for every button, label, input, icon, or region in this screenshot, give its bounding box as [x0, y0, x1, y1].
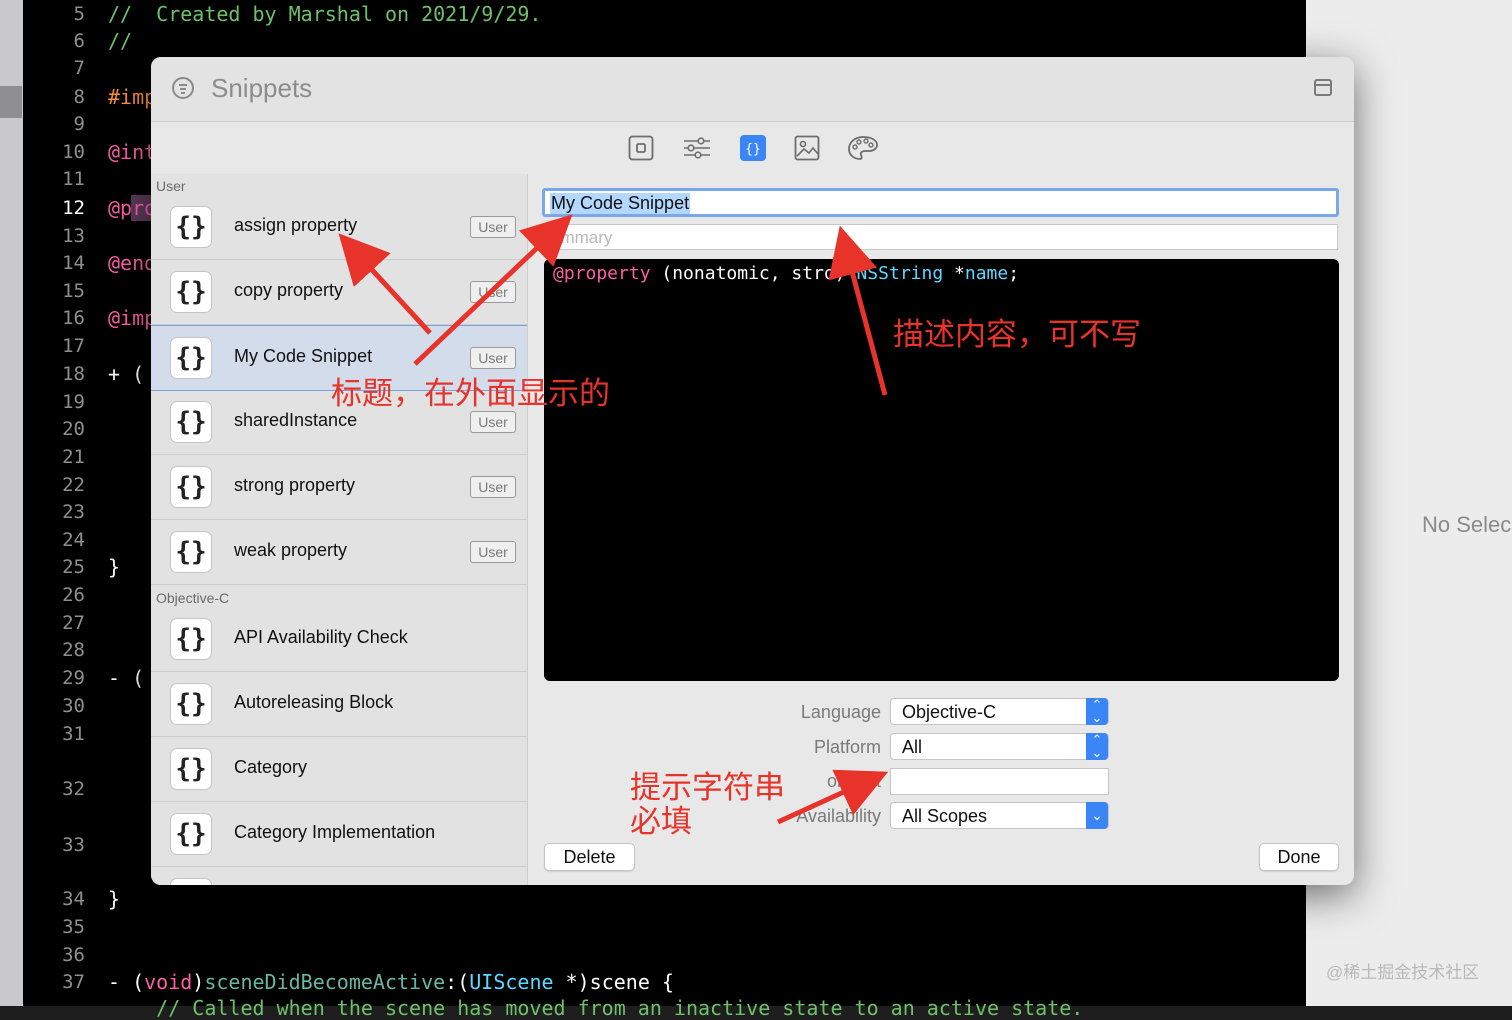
arrow-to-list-item	[338, 233, 432, 335]
annotation-completion-note-2: 必填	[630, 804, 692, 840]
arrow-to-title-field	[413, 214, 573, 366]
annotation-summary-note: 描述内容，可不写	[893, 317, 1141, 353]
arrow-to-completion-field	[776, 769, 889, 825]
annotation-arrows	[338, 214, 889, 825]
annotation-title-note: 标题，在外面显示的	[331, 376, 610, 412]
arrow-to-summary-field	[828, 225, 888, 396]
